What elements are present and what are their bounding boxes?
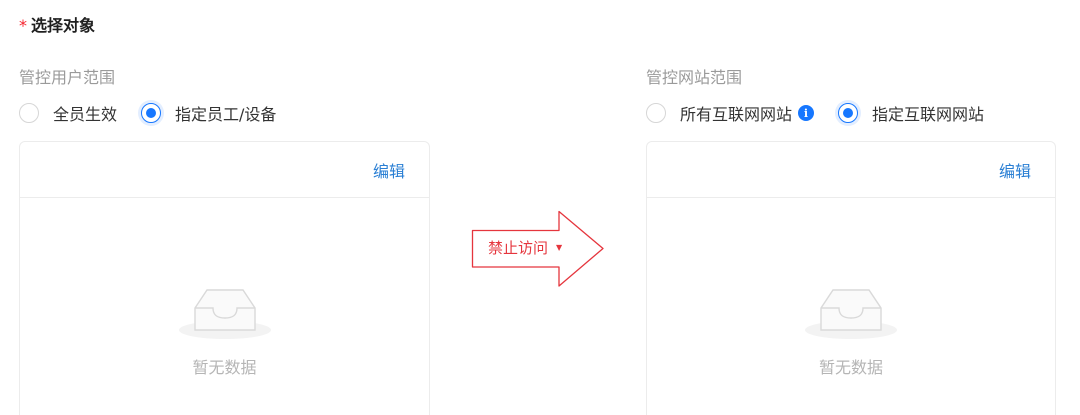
user-scope-panel: 编辑 暂无数据 <box>19 141 430 415</box>
radio-checked-icon[interactable] <box>141 103 162 123</box>
user-scope-label: 管控用户范围 <box>19 68 116 87</box>
user-scope-radio-group: 全员生效 指定员工/设备 <box>19 100 300 126</box>
page: * 选择对象 管控用户范围 全员生效 指定员工/设备 编辑 暂无数据 禁止访问 … <box>0 0 1080 415</box>
radio-specific-websites-label: 指定互联网网站 <box>872 105 985 124</box>
radio-unchecked-icon[interactable] <box>19 103 39 123</box>
user-panel-header: 编辑 <box>20 142 429 198</box>
info-icon[interactable]: i <box>798 105 815 121</box>
website-panel-header: 编辑 <box>647 142 1055 198</box>
website-empty-state: 暂无数据 <box>647 282 1055 378</box>
radio-checked-icon[interactable] <box>838 103 859 123</box>
website-edit-link[interactable]: 编辑 <box>999 158 1031 182</box>
radio-all-websites-label: 所有互联网网站 <box>680 105 793 124</box>
website-scope-label: 管控网站范围 <box>646 68 743 87</box>
radio-specific-staff-devices-label: 指定员工/设备 <box>175 105 277 124</box>
empty-inbox-icon <box>805 289 897 339</box>
section-title: * 选择对象 <box>19 12 95 36</box>
website-scope-panel: 编辑 暂无数据 <box>646 141 1056 415</box>
section-title-text: 选择对象 <box>31 16 96 35</box>
radio-specific-staff-devices[interactable]: 指定员工/设备 <box>141 101 276 125</box>
action-select[interactable]: 禁止访问 ▼ <box>488 237 562 258</box>
website-scope-radio-group: 所有互联网网站 i 指定互联网网站 <box>646 100 1008 126</box>
user-empty-state: 暂无数据 <box>20 282 429 378</box>
required-mark: * <box>19 16 27 35</box>
radio-specific-websites[interactable]: 指定互联网网站 <box>838 101 984 125</box>
action-arrow: 禁止访问 ▼ <box>470 209 606 289</box>
radio-all-websites[interactable]: 所有互联网网站 i <box>646 101 815 125</box>
user-empty-text: 暂无数据 <box>192 358 257 377</box>
caret-down-icon: ▼ <box>556 243 563 252</box>
empty-inbox-icon <box>178 289 271 339</box>
user-edit-link[interactable]: 编辑 <box>373 158 405 182</box>
radio-unchecked-icon[interactable] <box>646 103 666 123</box>
radio-all-staff-label: 全员生效 <box>53 105 118 124</box>
website-empty-text: 暂无数据 <box>818 358 883 377</box>
action-select-label: 禁止访问 <box>488 239 549 257</box>
radio-all-staff[interactable]: 全员生效 <box>19 101 117 125</box>
